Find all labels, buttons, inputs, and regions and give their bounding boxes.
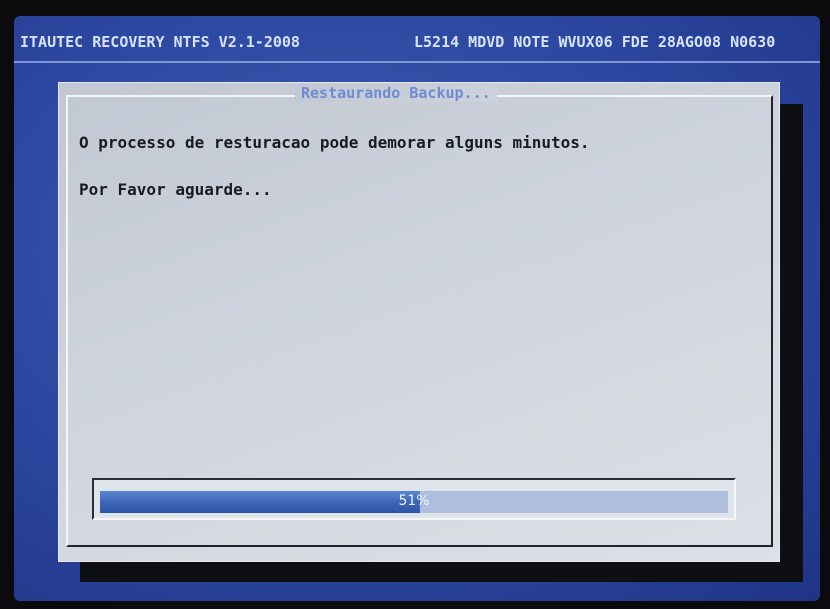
- system-info: L5214 MDVD NOTE WVUX06 FDE 28AGO08 N0630: [414, 33, 776, 51]
- message-line-1: O processo de resturacao pode demorar al…: [79, 133, 590, 152]
- recovery-screen: ITAUTEC RECOVERY NTFS V2.1-2008 L5214 MD…: [14, 16, 820, 601]
- progress-percent: 51%: [398, 493, 430, 509]
- message-line-2: Por Favor aguarde...: [79, 180, 272, 199]
- dialog-title: Restaurando Backup...: [295, 84, 497, 102]
- progress-bar-container: 51%: [92, 478, 736, 520]
- progress-track: 51%: [100, 491, 728, 513]
- restore-dialog: Restaurando Backup... O processo de rest…: [58, 82, 780, 562]
- header-divider: [14, 61, 820, 63]
- app-title: ITAUTEC RECOVERY NTFS V2.1-2008: [20, 33, 300, 51]
- header-bar: ITAUTEC RECOVERY NTFS V2.1-2008 L5214 MD…: [14, 16, 820, 56]
